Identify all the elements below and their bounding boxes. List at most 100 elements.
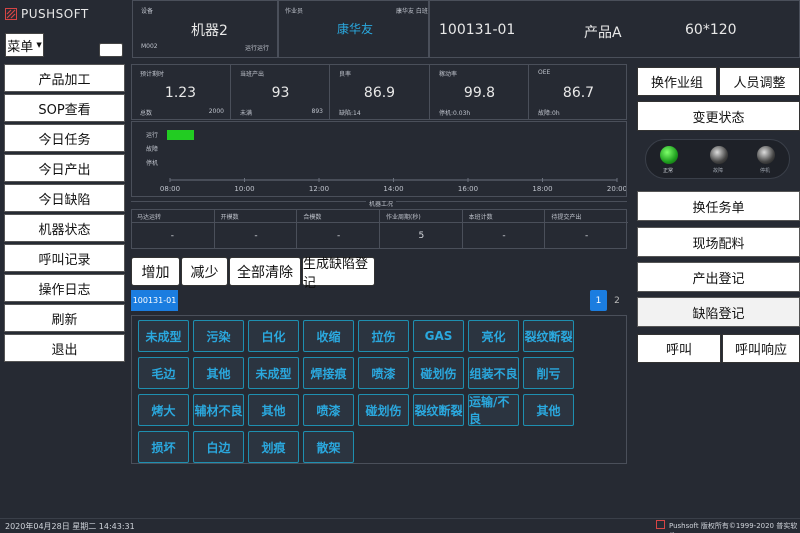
defect-button[interactable]: 未成型 [138,320,189,352]
timeline-panel: 运行 故障 停机 08:00 10:00 12:00 14:00 16:00 18:00 20:0… [131,121,627,197]
sidebar-item-sop-view[interactable]: SOP查看 [4,94,125,122]
output-register-button[interactable]: 产出登记 [637,262,800,292]
machine-table-value: - [502,231,506,241]
brand-name: PUSHSOFT [21,7,89,21]
order-panel: 100131-01 产品A 60*120 [429,0,800,58]
defect-button[interactable]: 喷漆 [358,357,409,389]
call-response-button[interactable]: 呼叫响应 [722,334,800,363]
defect-button[interactable]: 散架 [303,431,354,463]
subtract-button[interactable]: 减少 [181,257,228,286]
call-button[interactable]: 呼叫 [637,334,721,363]
led-stop-icon [757,146,775,164]
metric-sub-right: 2000 [208,108,224,115]
defect-button[interactable]: 污染 [193,320,244,352]
defect-button[interactable]: 未成型 [248,357,299,389]
led-fault-icon [710,146,728,164]
sidebar-item-machine-status[interactable]: 机器状态 [4,214,125,242]
machine-table-header: 待提交产出 [551,214,582,221]
machine-table-column: 合模数 - [296,209,380,249]
machine-table-value: 5 [418,231,425,241]
footer-logo-icon [656,520,665,529]
defect-button[interactable]: 毛边 [138,357,189,389]
change-workgroup-button[interactable]: 换作业组 [637,67,717,96]
add-button[interactable]: 增加 [131,257,180,286]
defect-button[interactable]: 辅材不良 [193,394,244,426]
metric-label: 良率 [339,71,352,78]
menu-dropdown[interactable]: 菜单 ▼ [5,33,44,57]
defect-button[interactable]: 拉伤 [358,320,409,352]
machine-table-header: 马达运转 [137,214,162,221]
defect-button[interactable]: 烤大 [138,394,189,426]
metric-label: 预计剩时 [140,71,165,78]
defect-button[interactable]: 碰划伤 [358,394,409,426]
sidebar-item-today-defects[interactable]: 今日缺陷 [4,184,125,212]
defect-register-button[interactable]: 缺陷登记 [637,297,800,327]
defect-button[interactable]: 裂纹断裂 [523,320,574,352]
staff-adjust-button[interactable]: 人员调整 [719,67,800,96]
metric-card: 预计剩时 1.23 总数 2000 [131,64,230,120]
defect-button[interactable]: 其他 [523,394,574,426]
defect-button[interactable]: 收缩 [303,320,354,352]
defect-button[interactable]: 裂纹断裂 [413,394,464,426]
sidebar-item-today-output[interactable]: 今日产出 [4,154,125,182]
metric-sub-left: 未满 [240,110,253,117]
metric-value: 99.8 [463,85,496,101]
onsite-material-button[interactable]: 现场配料 [637,227,800,257]
clear-all-button[interactable]: 全部清除 [229,257,301,286]
operator-tag: 康华友 白班 [396,8,428,15]
machine-table-value: - [585,231,589,241]
sidebar-item-exit[interactable]: 退出 [4,334,125,362]
machine-table-value: - [170,231,174,241]
timeline-tick-label: 10:00 [234,185,254,193]
defect-button[interactable]: GAS [413,320,464,352]
change-task-button[interactable]: 换任务单 [637,191,800,221]
device-label: 设备 [141,8,154,15]
device-status: 运行运行 [245,45,270,52]
machine-table-column: 开模数 - [213,209,298,249]
sidebar-item-call-records[interactable]: 呼叫记录 [4,244,125,272]
defect-button[interactable]: 运输/不良 [468,394,519,426]
operator-panel[interactable]: 作业员 康华友 康华友 白班 [278,0,429,58]
machine-table-header: 本班计数 [468,214,493,221]
defect-button[interactable]: 白化 [248,320,299,352]
defect-button[interactable]: 削亏 [523,357,574,389]
sidebar-item-today-tasks[interactable]: 今日任务 [4,124,125,152]
timeline-row-label: 故障 [146,145,158,153]
defect-button[interactable]: 划痕 [248,431,299,463]
metric-sub-left: 缺陷:14 [339,110,361,117]
page-1-button[interactable]: 1 [590,290,607,311]
defect-button[interactable]: 其他 [248,394,299,426]
defect-button[interactable]: 焊接痕 [303,357,354,389]
product-name: 产品A [584,25,622,41]
timeline-row-label: 运行 [146,131,158,139]
defect-button[interactable]: 喷漆 [303,394,354,426]
defect-button[interactable]: 亮化 [468,320,519,352]
machine-table-value: - [254,231,258,241]
metric-card: 当班产出 93 未满 893 [230,64,329,120]
metric-value: 1.23 [164,85,197,101]
create-defect-record-button[interactable]: 生成缺陷登记 [302,257,375,291]
sidebar-item-operation-log[interactable]: 操作日志 [4,274,125,302]
machine-table-header: 开模数 [220,214,239,221]
timeline-tick-label: 16:00 [458,185,478,193]
change-status-button[interactable]: 变更状态 [637,101,800,131]
machine-table-column: 马达运转 - [131,209,214,249]
metric-sub-left: 总数 [140,110,153,117]
metric-label: 稼动率 [439,71,458,78]
defect-button[interactable]: 组装不良 [468,357,519,389]
defect-button[interactable]: 白边 [193,431,244,463]
page-2-button[interactable]: 2 [610,290,624,311]
timeline-tick-label: 12:00 [309,185,329,193]
sidebar-item-product-processing[interactable]: 产品加工 [4,64,125,92]
defect-button[interactable]: 其他 [193,357,244,389]
defect-button[interactable]: 损坏 [138,431,189,463]
device-panel: 设备 机器2 M002 运行运行 [132,0,278,58]
sidebar-item-refresh[interactable]: 刷新 [4,304,125,332]
led-fault-label: 故障 [713,168,724,174]
menu-side-button[interactable] [99,43,123,57]
metric-value: 93 [271,85,290,101]
defect-button[interactable]: 碰划伤 [413,357,464,389]
metric-card: 良率 86.9 缺陷:14 [329,64,428,120]
order-tab[interactable]: 100131-01 [131,290,178,311]
metric-card: 稼动率 99.8 停机:0.03h [429,64,528,120]
